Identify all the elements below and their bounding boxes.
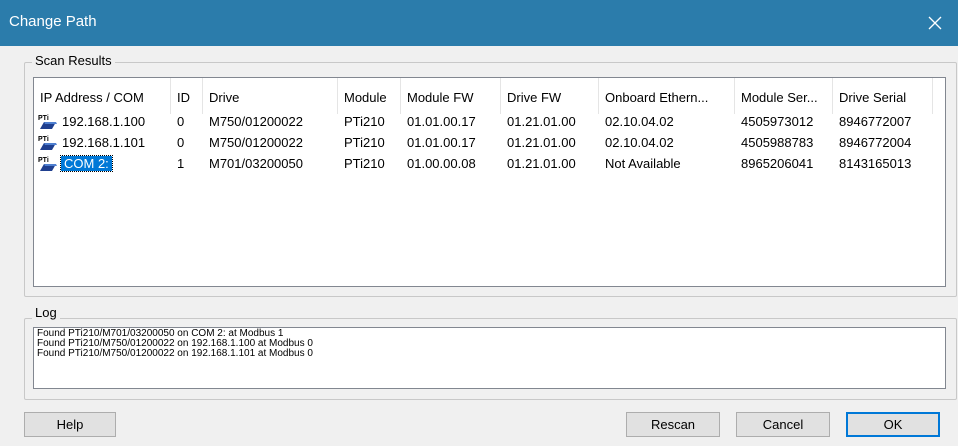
cell-module-fw: 01.00.00.08 xyxy=(407,156,476,171)
cell-module-fw: 01.01.00.17 xyxy=(407,135,476,150)
cell-module-serial: 8965206041 xyxy=(741,156,814,171)
close-icon xyxy=(928,16,942,30)
cell-module: PTi210 xyxy=(344,156,385,171)
column-header-address[interactable]: IP Address / COM xyxy=(34,78,171,114)
cell-drive-serial: 8143165013 xyxy=(839,156,912,171)
pti-icon: PTi xyxy=(38,157,57,171)
cell-drive-fw: 01.21.01.00 xyxy=(507,114,576,129)
selected-address-text: COM 2: xyxy=(60,155,113,172)
window-title: Change Path xyxy=(9,13,97,30)
scan-results-label: Scan Results xyxy=(32,53,115,68)
scan-results-list[interactable]: IP Address / COM ID Drive Module Module … xyxy=(33,77,946,287)
cell-drive: M750/01200022 xyxy=(209,114,303,129)
help-button[interactable]: Help xyxy=(24,412,116,437)
list-header: IP Address / COM ID Drive Module Module … xyxy=(34,78,945,114)
cell-drive-fw: 01.21.01.00 xyxy=(507,156,576,171)
svg-text:PTi: PTi xyxy=(38,136,49,143)
log-label: Log xyxy=(32,305,60,320)
cell-address: COM 2: xyxy=(60,154,171,174)
cell-module: PTi210 xyxy=(344,114,385,129)
cell-module-serial: 4505988783 xyxy=(741,135,814,150)
cell-module-fw: 01.01.00.17 xyxy=(407,114,476,129)
table-row-selected[interactable]: PTi COM 2: 1 M701/03200050 PTi210 01.00.… xyxy=(34,154,945,174)
column-header-drive[interactable]: Drive xyxy=(203,78,338,114)
column-header-drive-fw[interactable]: Drive FW xyxy=(501,78,599,114)
log-output[interactable]: Found PTi210/M701/03200050 on COM 2: at … xyxy=(33,327,946,389)
cell-drive-fw: 01.21.01.00 xyxy=(507,135,576,150)
title-bar: Change Path xyxy=(0,0,958,46)
cell-address: 192.168.1.100 xyxy=(62,114,146,129)
cell-onboard-ethernet: 02.10.04.02 xyxy=(605,114,674,129)
cell-id: 1 xyxy=(177,156,185,171)
svg-text:PTi: PTi xyxy=(38,157,49,164)
cell-drive-serial: 8946772004 xyxy=(839,135,912,150)
cell-drive: M750/01200022 xyxy=(209,135,303,150)
column-header-onboard-ethernet[interactable]: Onboard Ethern... xyxy=(599,78,735,114)
cell-id: 0 xyxy=(177,135,185,150)
column-header-id[interactable]: ID xyxy=(171,78,203,114)
ok-button[interactable]: OK xyxy=(846,412,940,437)
rescan-button[interactable]: Rescan xyxy=(626,412,720,437)
svg-text:PTi: PTi xyxy=(38,115,49,122)
cell-onboard-ethernet: Not Available xyxy=(605,156,681,171)
close-button[interactable] xyxy=(912,0,958,46)
cell-onboard-ethernet: 02.10.04.02 xyxy=(605,135,674,150)
log-line: Found PTi210/M750/01200022 on 192.168.1.… xyxy=(37,348,313,359)
cell-module: PTi210 xyxy=(344,135,385,150)
cancel-button[interactable]: Cancel xyxy=(736,412,830,437)
cell-drive: M701/03200050 xyxy=(209,156,303,171)
table-row[interactable]: PTi 192.168.1.101 0 M750/01200022 PTi210… xyxy=(34,133,945,153)
pti-icon: PTi xyxy=(38,115,57,129)
cell-address: 192.168.1.101 xyxy=(62,135,146,150)
cell-id: 0 xyxy=(177,114,185,129)
cell-module-serial: 4505973012 xyxy=(741,114,814,129)
column-header-module-serial[interactable]: Module Ser... xyxy=(735,78,833,114)
column-header-module-fw[interactable]: Module FW xyxy=(401,78,501,114)
cell-drive-serial: 8946772007 xyxy=(839,114,912,129)
pti-icon: PTi xyxy=(38,136,57,150)
column-header-drive-serial[interactable]: Drive Serial xyxy=(833,78,933,114)
table-row[interactable]: PTi 192.168.1.100 0 M750/01200022 PTi210… xyxy=(34,112,945,132)
column-header-module[interactable]: Module xyxy=(338,78,401,114)
